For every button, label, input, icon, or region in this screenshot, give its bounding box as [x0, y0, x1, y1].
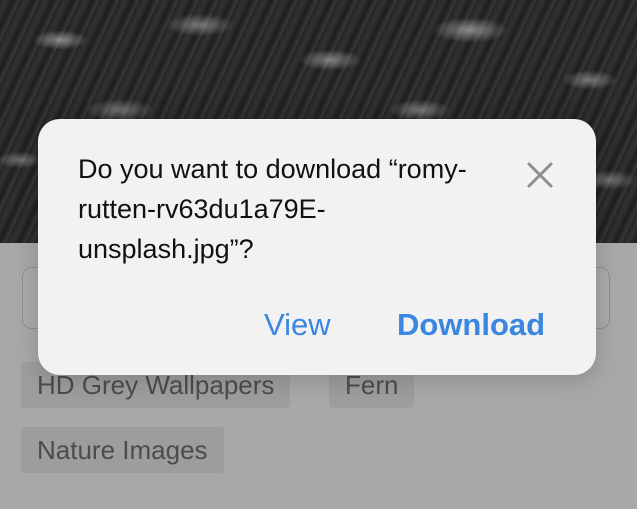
close-icon[interactable]: [522, 157, 558, 193]
download-button[interactable]: Download: [397, 305, 545, 345]
download-dialog: Do you want to download “romy-rutten-rv6…: [38, 119, 596, 375]
screen: HD Grey Wallpapers Fern Nature Images Do…: [0, 0, 637, 509]
dialog-message: Do you want to download “romy-rutten-rv6…: [78, 154, 467, 264]
view-button[interactable]: View: [264, 305, 331, 345]
tag-nature-images[interactable]: Nature Images: [21, 427, 224, 473]
